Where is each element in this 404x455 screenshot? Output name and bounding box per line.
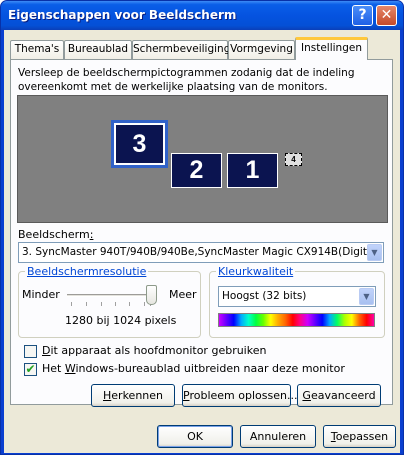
primary-monitor-label[interactable]: Dit apparaat als hoofdmonitor gebruiken bbox=[42, 344, 266, 357]
slider-tick bbox=[115, 302, 116, 306]
resolution-less-label: Minder bbox=[22, 288, 60, 301]
color-quality-group-title: Kleurkwaliteit bbox=[216, 265, 296, 278]
color-quality-group: Kleurkwaliteit Hoogst (32 bits) ▼ bbox=[209, 265, 385, 338]
slider-tick bbox=[86, 302, 87, 306]
monitor-3[interactable]: 3 bbox=[111, 120, 168, 168]
close-button[interactable]: ✕ bbox=[376, 5, 397, 26]
window-title: Eigenschappen voor Beeldscherm bbox=[8, 8, 237, 22]
checkmark-icon: ✔ bbox=[25, 362, 36, 376]
chevron-down-icon[interactable]: ▼ bbox=[359, 288, 374, 305]
slider-tick bbox=[129, 302, 130, 306]
close-icon: ✕ bbox=[380, 7, 393, 23]
tab-themes[interactable]: Thema's bbox=[10, 40, 64, 59]
slider-tick bbox=[101, 302, 102, 306]
title-bar[interactable]: Eigenschappen voor Beeldscherm ? ✕ bbox=[1, 1, 403, 30]
monitor-2[interactable]: 2 bbox=[171, 153, 222, 188]
color-spectrum-preview bbox=[218, 313, 375, 327]
apply-button[interactable]: Toepassen bbox=[323, 425, 396, 448]
tab-appearance[interactable]: Vormgeving bbox=[228, 40, 295, 59]
tab-settings[interactable]: Instellingen bbox=[295, 37, 368, 60]
cancel-button[interactable]: Annuleren bbox=[240, 425, 316, 448]
chevron-down-icon[interactable]: ▼ bbox=[367, 244, 382, 261]
extend-desktop-label[interactable]: Het Windows-bureaublad uitbreiden naar d… bbox=[42, 362, 345, 375]
slider-tick bbox=[144, 302, 145, 306]
display-select[interactable]: 3. SyncMaster 940T/940B/940Be,SyncMaster… bbox=[18, 242, 384, 263]
resolution-slider-thumb[interactable] bbox=[145, 285, 157, 305]
resolution-more-label: Meer bbox=[169, 288, 197, 301]
slider-tick bbox=[71, 302, 72, 306]
resolution-group-title: Beeldschermresolutie bbox=[25, 265, 149, 278]
display-label: Beeldscherm: bbox=[18, 228, 94, 241]
tab-screensaver[interactable]: Schermbeveiliging bbox=[132, 40, 230, 59]
display-select-value: 3. SyncMaster 940T/940B/940Be,SyncMaster… bbox=[22, 246, 381, 258]
extend-desktop-checkbox[interactable]: ✔ bbox=[24, 363, 37, 376]
display-properties-window: Eigenschappen voor Beeldscherm ? ✕ Thema… bbox=[0, 0, 404, 455]
help-icon: ? bbox=[358, 7, 367, 23]
tab-desktop[interactable]: Bureaublad bbox=[64, 40, 132, 59]
dialog-client: Thema's Bureaublad Schermbeveiliging Vor… bbox=[4, 30, 400, 453]
primary-monitor-checkbox[interactable] bbox=[24, 345, 37, 358]
monitor-1[interactable]: 1 bbox=[227, 153, 278, 188]
troubleshoot-button[interactable]: Probleem oplossen... bbox=[182, 384, 297, 407]
monitor-4[interactable]: 4 bbox=[285, 153, 302, 166]
advanced-button[interactable]: Geavanceerd bbox=[297, 384, 381, 407]
settings-panel: Versleep de beeldschermpictogrammen zoda… bbox=[10, 59, 393, 407]
color-quality-value: Hoogst (32 bits) bbox=[222, 290, 307, 302]
resolution-value: 1280 bij 1024 pixels bbox=[65, 314, 177, 327]
ok-button[interactable]: OK bbox=[157, 425, 233, 448]
resolution-group: Beeldschermresolutie Minder Meer 1280 bi… bbox=[18, 265, 201, 338]
identify-button[interactable]: Herkennen bbox=[91, 384, 175, 407]
help-button[interactable]: ? bbox=[352, 5, 373, 26]
resolution-slider-track[interactable] bbox=[67, 294, 157, 297]
monitor-arrangement-area: 3 2 1 4 bbox=[17, 95, 388, 223]
color-quality-select[interactable]: Hoogst (32 bits) ▼ bbox=[218, 286, 376, 307]
instructions-text: Versleep de beeldschermpictogrammen zoda… bbox=[18, 67, 355, 93]
